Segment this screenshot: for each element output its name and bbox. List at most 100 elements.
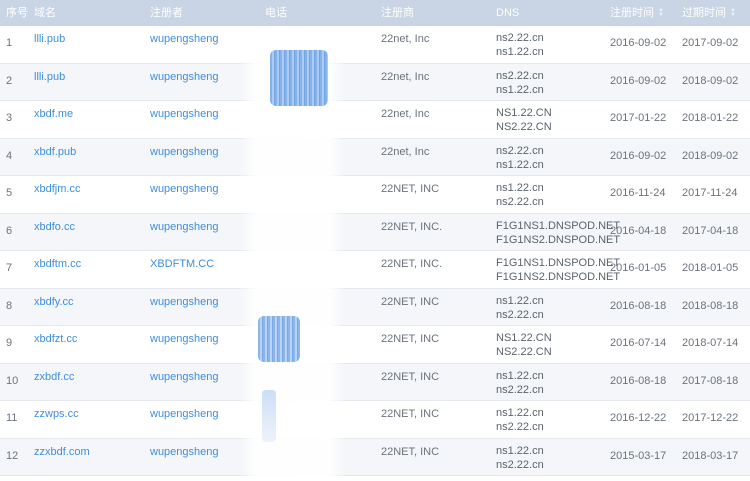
col-domain: 域名 — [34, 7, 56, 19]
domain-link[interactable]: zxbdf.cc — [34, 371, 74, 383]
registrant-link[interactable]: wupengsheng — [150, 183, 219, 195]
table-row: 4 xbdf.pub wupengsheng 22net, Inc 2016-09-02… — [0, 138, 750, 176]
row-num: 7 — [6, 262, 13, 274]
redaction-scribble — [258, 316, 300, 362]
row-num: 11 — [6, 412, 18, 424]
row-num: 5 — [6, 187, 13, 199]
dns-server: ns1.22.cn — [496, 158, 544, 171]
registrar-cell: 22net, Inc — [381, 70, 430, 83]
expires-date: 2018-01-05 — [682, 262, 739, 274]
row-num: 2 — [6, 74, 13, 87]
sort-arrows-icon[interactable]: ▲ ▼ — [730, 7, 736, 18]
col-expires[interactable]: 过期时间 ▲ ▼ — [682, 0, 736, 26]
dns-server: F1G1NS1.DNSPOD.NET — [496, 257, 621, 269]
domain-link[interactable]: xbdf.pub — [34, 146, 76, 158]
expires-date: 2017-11-24 — [682, 187, 738, 199]
domain-link[interactable]: llli.pub — [34, 33, 65, 45]
whois-table: 序号 域名 注册者 电话 注册商 DNS 注册时间 ▲ ▼ 过期时间 ▲ ▼ 1 llli… — [0, 0, 750, 481]
registrant-link[interactable]: wupengsheng — [150, 146, 219, 158]
registrar-cell: 22net, Inc — [381, 145, 430, 158]
expires-date: 2017-04-18 — [682, 224, 739, 237]
created-date: 2016-09-02 — [610, 37, 667, 49]
col-phone: 电话 — [265, 7, 287, 19]
table-row: 6 xbdfo.cc wupengsheng 22NET, INC. 2016-04-1… — [0, 213, 750, 251]
col-registrar: 注册商 — [381, 7, 414, 19]
dns-cell: F1G1NS1.DNSPOD.NET F1G1NS2.DNSPOD.NET — [496, 219, 620, 247]
registrant-link[interactable]: wupengsheng — [150, 71, 219, 83]
dns-server: NS1.22.CN — [496, 332, 552, 344]
dns-server: ns2.22.cn — [496, 32, 544, 44]
row-num: 8 — [6, 299, 13, 312]
col-created[interactable]: 注册时间 ▲ ▼ — [610, 0, 664, 26]
dns-cell: ns2.22.cn ns1.22.cn — [496, 31, 544, 59]
domain-link[interactable]: llli.pub — [34, 71, 65, 83]
table-body: 1 llli.pub wupengsheng 22net, Inc 2016-09-02… — [0, 26, 750, 476]
dns-cell: ns2.22.cn ns1.22.cn — [496, 144, 544, 172]
dns-server: ns2.22.cn — [496, 383, 544, 396]
dns-server: ns2.22.cn — [496, 144, 544, 157]
table-row: 5 xbdfjm.cc wupengsheng 22NET, INC 2016-11-2… — [0, 176, 750, 214]
sort-arrows-icon[interactable]: ▲ ▼ — [658, 7, 664, 18]
registrar-cell: 22NET, INC — [381, 295, 440, 308]
dns-server: ns1.22.cn — [496, 83, 544, 96]
registrant-link[interactable]: wupengsheng — [150, 333, 219, 345]
registrant-link[interactable]: wupengsheng — [150, 221, 219, 233]
table-row: 9 xbdfzt.cc wupengsheng 22NET, INC 2016-07-1… — [0, 326, 750, 364]
redaction-scribble — [262, 390, 276, 442]
dns-server: F1G1NS2.DNSPOD.NET — [496, 271, 621, 283]
expires-date: 2018-08-18 — [682, 299, 739, 312]
expires-date: 2018-01-22 — [682, 112, 739, 124]
registrant-link[interactable]: wupengsheng — [150, 408, 219, 420]
dns-server: ns2.22.cn — [496, 196, 544, 208]
expires-date: 2018-09-02 — [682, 149, 739, 162]
expires-date: 2018-09-02 — [682, 74, 739, 87]
dns-cell: F1G1NS1.DNSPOD.NET F1G1NS2.DNSPOD.NET — [496, 256, 620, 284]
domain-link[interactable]: xbdfy.cc — [34, 296, 74, 308]
dns-cell: ns1.22.cn ns2.22.cn — [496, 181, 544, 209]
registrant-link[interactable]: wupengsheng — [150, 446, 219, 458]
registrar-cell: 22net, Inc — [381, 108, 430, 120]
row-num: 3 — [6, 112, 13, 124]
expires-date: 2017-09-02 — [682, 37, 739, 49]
created-date: 2016-08-18 — [610, 299, 667, 312]
registrant-link[interactable]: wupengsheng — [150, 108, 219, 120]
dns-server: NS2.22.CN — [496, 121, 552, 133]
domain-link[interactable]: xbdfjm.cc — [34, 183, 80, 195]
domain-link[interactable]: xbdftm.cc — [34, 258, 81, 270]
dns-cell: ns1.22.cn ns2.22.cn — [496, 444, 544, 472]
dns-server: ns2.22.cn — [496, 421, 544, 433]
registrar-cell: 22NET, INC. — [381, 258, 443, 270]
created-date: 2015-03-17 — [610, 449, 667, 462]
dns-server: ns2.22.cn — [496, 69, 544, 82]
table-row: 1 llli.pub wupengsheng 22net, Inc 2016-09-02… — [0, 26, 750, 64]
dns-server: NS1.22.CN — [496, 107, 552, 119]
registrant-link[interactable]: wupengsheng — [150, 296, 219, 308]
dns-server: NS2.22.CN — [496, 346, 552, 358]
registrar-cell: 22NET, INC. — [381, 220, 443, 233]
registrant-link[interactable]: wupengsheng — [150, 371, 219, 383]
dns-server: ns2.22.cn — [496, 458, 544, 471]
dns-cell: NS1.22.CN NS2.22.CN — [496, 106, 552, 134]
domain-link[interactable]: xbdfzt.cc — [34, 333, 77, 345]
created-date: 2016-11-24 — [610, 187, 666, 199]
dns-server: F1G1NS2.DNSPOD.NET — [496, 233, 621, 246]
table-row: 12 zzxbdf.com wupengsheng 22NET, INC 2015-03… — [0, 438, 750, 476]
dns-server: ns1.22.cn — [496, 407, 544, 419]
dns-server: ns2.22.cn — [496, 308, 544, 321]
registrar-cell: 22NET, INC — [381, 445, 440, 458]
registrant-link[interactable]: XBDFTM.CC — [150, 258, 214, 270]
dns-cell: ns1.22.cn ns2.22.cn — [496, 406, 544, 434]
table-row: 8 xbdfy.cc wupengsheng 22NET, INC 2016-08-18… — [0, 288, 750, 326]
dns-server: ns1.22.cn — [496, 46, 544, 58]
table-row: 2 llli.pub wupengsheng 22net, Inc 2016-09-02… — [0, 63, 750, 101]
expires-date: 2018-03-17 — [682, 449, 739, 462]
domain-link[interactable]: xbdfo.cc — [34, 221, 75, 233]
col-expires-label: 过期时间 — [682, 7, 726, 19]
registrar-cell: 22NET, INC — [381, 370, 440, 383]
domain-link[interactable]: xbdf.me — [34, 108, 73, 120]
domain-link[interactable]: zzwps.cc — [34, 408, 79, 420]
registrant-link[interactable]: wupengsheng — [150, 33, 219, 45]
row-num: 1 — [6, 37, 13, 49]
row-num: 4 — [6, 149, 13, 162]
domain-link[interactable]: zzxbdf.com — [34, 446, 90, 458]
